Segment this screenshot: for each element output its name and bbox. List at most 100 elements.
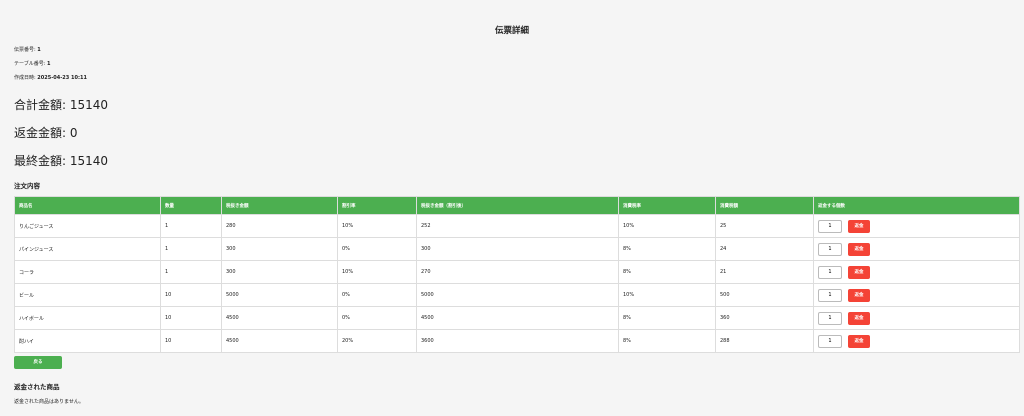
cell-tax-rate: 8% [618, 260, 716, 284]
table-row: パインジュース13000%3008%24返金 [14, 237, 1020, 261]
refund-button[interactable]: 返金 [848, 219, 870, 233]
header-refund-quantity: 返金する個数 [813, 196, 1020, 215]
cell-product-name: パインジュース [14, 237, 161, 261]
cell-tax-rate: 8% [618, 329, 716, 353]
refund-button[interactable]: 返金 [848, 242, 870, 256]
cell-discount-rate: 10% [337, 260, 417, 284]
table-number-value: 1 [46, 61, 51, 67]
cell-quantity: 10 [160, 329, 222, 353]
refund-amount: 返金金額: 0 [14, 124, 78, 141]
refund-quantity-input[interactable] [818, 242, 842, 256]
cell-price-after-discount: 4500 [416, 306, 619, 330]
cell-price-excl-tax: 280 [221, 214, 338, 238]
cell-refund-controls: 返金 [813, 237, 1020, 261]
cell-price-excl-tax: 5000 [221, 283, 338, 307]
page-title: 伝票詳細 [494, 26, 529, 36]
table-row: コーラ130010%2708%21 返金 [14, 260, 1020, 284]
slip-number: 伝票番号: 1 [14, 46, 41, 53]
refund-button[interactable]: 返金 [848, 265, 870, 279]
cell-price-after-discount: 252 [416, 214, 619, 238]
total-amount-label: 合計金額: [14, 98, 70, 112]
cell-quantity: 10 [160, 306, 222, 330]
cell-tax-rate: 10% [618, 214, 716, 238]
back-button[interactable]: 戻る [14, 356, 62, 369]
refund-quantity-input[interactable] [818, 334, 842, 348]
order-section-title: 注文内容 [14, 182, 40, 190]
cell-discount-rate: 0% [337, 237, 417, 261]
slip-number-value: 1 [37, 47, 41, 53]
table-number: テーブル番号: 1 [14, 60, 50, 67]
cell-tax-rate: 8% [618, 306, 716, 330]
final-amount: 最終金額: 15140 [14, 152, 108, 169]
cell-discount-rate: 20% [337, 329, 417, 353]
cell-discount-rate: 0% [337, 306, 417, 330]
cell-tax-amount: 24 [715, 237, 814, 261]
cell-price-after-discount: 300 [416, 237, 619, 261]
refunded-empty-message: 返金された商品はありません。 [14, 399, 84, 405]
table-row: ビール1050000%500010%500返金 [14, 283, 1020, 307]
cell-product-name: 酎ハイ [14, 329, 161, 353]
cell-quantity: 1 [160, 214, 222, 238]
table-number-label: テーブル番号: [14, 61, 46, 67]
cell-discount-rate: 10% [337, 214, 417, 238]
final-amount-value: 15140 [69, 154, 109, 168]
cell-product-name: りんごジュース [14, 214, 161, 238]
created-at: 作成日時: 2025-04-23 10:11 [14, 74, 87, 81]
order-table-header: 商品名 数量 税抜き金額 割引率 税抜き金額（割引後） 消費税率 消費税額 返金… [14, 196, 1020, 215]
created-at-value: 2025-04-23 10:11 [37, 75, 87, 81]
cell-tax-amount: 500 [715, 283, 814, 307]
header-price-excl-tax: 税抜き金額 [221, 196, 338, 215]
refund-button[interactable]: 返金 [848, 334, 870, 348]
table-row: りんごジュース128010%25210%25返金 [14, 214, 1020, 238]
final-amount-label: 最終金額: [14, 154, 70, 168]
header-price-after-discount: 税抜き金額（割引後） [416, 196, 619, 215]
table-row: ハイボール1045000%45008%360返金 [14, 306, 1020, 330]
cell-price-after-discount: 5000 [416, 283, 619, 307]
refund-amount-value: 0 [69, 126, 78, 140]
cell-refund-controls: 返金 [813, 306, 1020, 330]
cell-refund-controls: 返金 [813, 214, 1020, 238]
header-tax-amount: 消費税額 [715, 196, 814, 215]
cell-tax-amount: 25 [715, 214, 814, 238]
cell-quantity: 1 [160, 260, 222, 284]
refund-button[interactable]: 返金 [848, 288, 870, 302]
cell-tax-rate: 10% [618, 283, 716, 307]
refund-quantity-input[interactable] [818, 219, 842, 233]
created-at-label: 作成日時: [14, 75, 36, 81]
refunded-section-title: 返金された商品 [14, 383, 60, 391]
cell-discount-rate: 0% [337, 283, 417, 307]
cell-tax-amount: 21 [715, 260, 814, 284]
header-quantity: 数量 [160, 196, 222, 215]
header-product-name: 商品名 [14, 196, 161, 215]
refund-amount-label: 返金金額: [14, 126, 70, 140]
cell-tax-amount: 360 [715, 306, 814, 330]
cell-refund-controls: 返金 [813, 283, 1020, 307]
cell-tax-rate: 8% [618, 237, 716, 261]
order-table-wrapper: 商品名 数量 税抜き金額 割引率 税抜き金額（割引後） 消費税率 消費税額 返金… [14, 196, 1020, 353]
total-amount-value: 15140 [69, 98, 109, 112]
cell-refund-controls: 返金 [813, 329, 1020, 353]
cell-price-excl-tax: 300 [221, 237, 338, 261]
cell-quantity: 10 [160, 283, 222, 307]
total-amount: 合計金額: 15140 [14, 96, 108, 113]
cell-price-excl-tax: 4500 [221, 306, 338, 330]
cell-quantity: 1 [160, 237, 222, 261]
header-tax-rate: 消費税率 [618, 196, 716, 215]
cell-product-name: ハイボール [14, 306, 161, 330]
header-discount-rate: 割引率 [337, 196, 417, 215]
cell-tax-amount: 288 [715, 329, 814, 353]
cell-price-excl-tax: 4500 [221, 329, 338, 353]
slip-number-label: 伝票番号: [14, 47, 36, 53]
cell-price-after-discount: 3600 [416, 329, 619, 353]
order-table: 商品名 数量 税抜き金額 割引率 税抜き金額（割引後） 消費税率 消費税額 返金… [14, 196, 1020, 353]
refund-button[interactable]: 返金 [848, 311, 870, 325]
table-row: 酎ハイ10450020%36008%288 返金 [14, 329, 1020, 353]
refund-quantity-input[interactable] [818, 311, 842, 325]
cell-refund-controls: 返金 [813, 260, 1020, 284]
cell-product-name: ビール [14, 283, 161, 307]
refund-quantity-input[interactable] [818, 288, 842, 302]
cell-price-after-discount: 270 [416, 260, 619, 284]
cell-product-name: コーラ [14, 260, 161, 284]
refund-quantity-input[interactable] [818, 265, 842, 279]
cell-price-excl-tax: 300 [221, 260, 338, 284]
